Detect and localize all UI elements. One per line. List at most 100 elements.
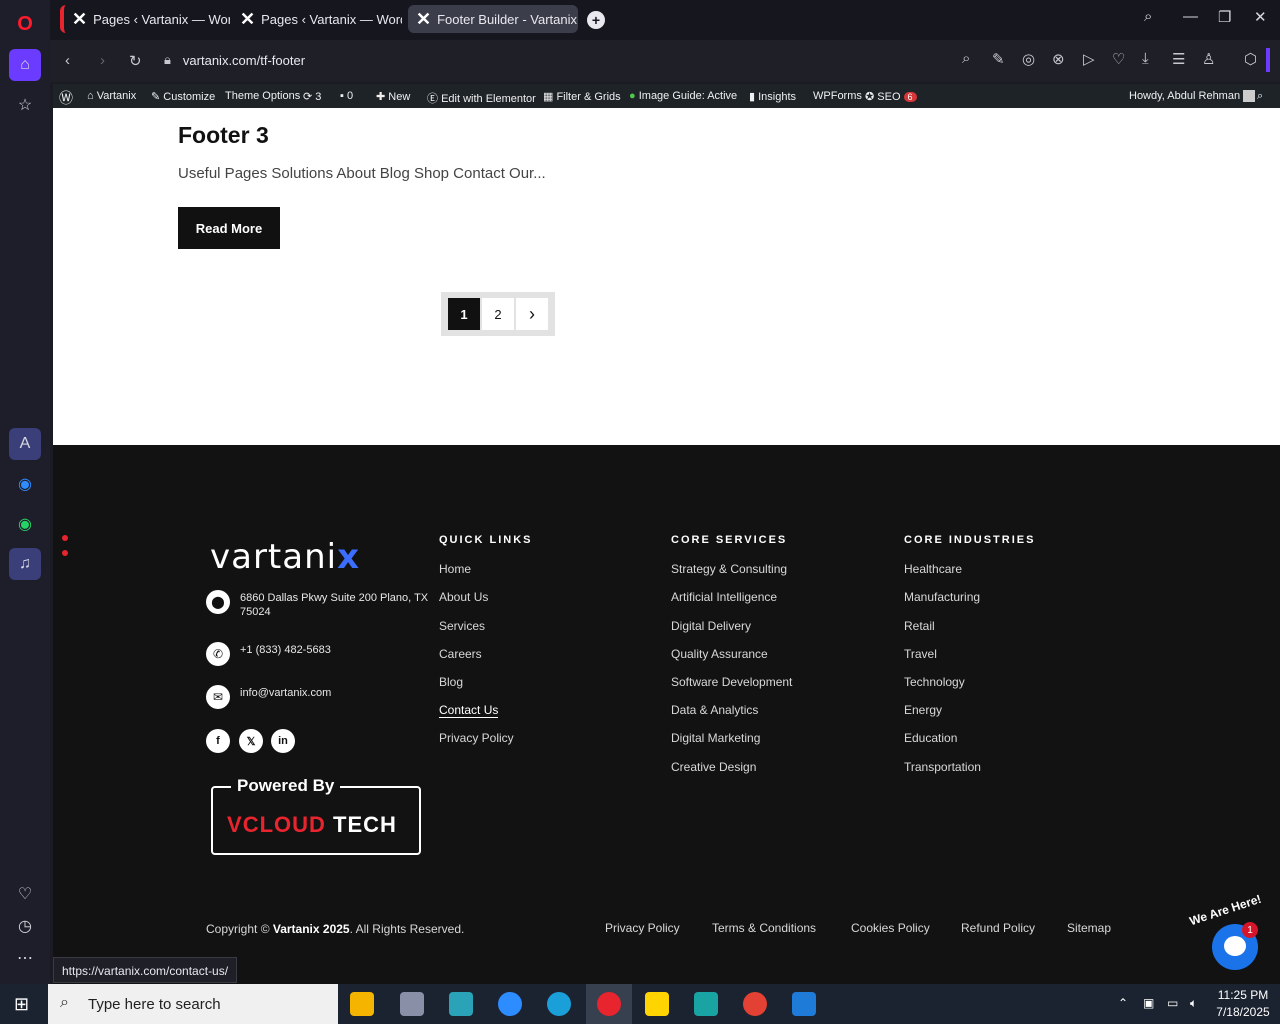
- close-window-button[interactable]: ✕: [1254, 8, 1267, 26]
- post-title[interactable]: Footer 3: [178, 122, 269, 149]
- whatsapp-icon[interactable]: ◉: [9, 508, 41, 540]
- wp-filter-grids-link[interactable]: ▦ Filter & Grids: [543, 90, 621, 103]
- footer-industry-link[interactable]: Technology: [904, 675, 965, 689]
- wp-image-guide-link[interactable]: ● Image Guide: Active: [629, 90, 737, 102]
- wp-site-link[interactable]: ⌂ Vartanix: [87, 90, 136, 102]
- footer-logo[interactable]: vartanix: [210, 537, 360, 577]
- opera-logo-icon[interactable]: O: [9, 8, 41, 40]
- page-1-button[interactable]: 1: [448, 298, 480, 330]
- wp-elementor-link[interactable]: Ⓔ Edit with Elementor: [427, 90, 536, 106]
- footer-industry-link[interactable]: Education: [904, 731, 957, 745]
- footer-email[interactable]: info@vartanix.com: [240, 686, 430, 700]
- footer-link-privacy[interactable]: Privacy Policy: [439, 731, 514, 745]
- url-field[interactable]: 🔒︎ vartanix.com/tf-footer: [154, 45, 1234, 75]
- wp-howdy-link[interactable]: Howdy, Abdul Rehman: [1129, 90, 1256, 103]
- minimize-button[interactable]: —: [1183, 8, 1198, 25]
- wp-new-link[interactable]: ✚ New: [376, 90, 410, 103]
- footer-link-services[interactable]: Services: [439, 619, 485, 633]
- tab-pages-2[interactable]: ✕ Pages ‹ Vartanix — WordP: [232, 5, 402, 33]
- tab-footer-builder[interactable]: ✕ Footer Builder - Vartanix: [408, 5, 578, 33]
- more-icon[interactable]: ⋯: [9, 942, 41, 974]
- powered-by-badge[interactable]: Powered By VCLOUD TECH: [211, 776, 421, 855]
- wp-wpforms-link[interactable]: WPForms: [813, 90, 862, 102]
- tab-pages-1[interactable]: ✕ Pages ‹ Vartanix — WordP: [60, 5, 230, 33]
- network-icon[interactable]: ▭: [1167, 996, 1178, 1010]
- back-icon[interactable]: ‹: [65, 52, 70, 69]
- windows-start-icon[interactable]: ⊞: [14, 994, 29, 1015]
- sticky-notes-icon[interactable]: [645, 992, 669, 1016]
- linkedin-icon[interactable]: in: [271, 729, 295, 753]
- vscode-icon[interactable]: [792, 992, 816, 1016]
- history-icon[interactable]: ◷: [9, 910, 41, 942]
- adblock-icon[interactable]: ⊗: [1052, 50, 1065, 68]
- footer-link-blog[interactable]: Blog: [439, 675, 463, 689]
- bottom-link-cookies[interactable]: Cookies Policy: [851, 921, 930, 935]
- easy-setup-icon[interactable]: ☰: [1172, 50, 1185, 68]
- wp-insights-link[interactable]: ▮ Insights: [749, 90, 796, 103]
- taskbar-search-input[interactable]: ⌕ Type here to search: [48, 984, 338, 1024]
- footer-service-link[interactable]: Software Development: [671, 675, 792, 689]
- footer-service-link[interactable]: Strategy & Consulting: [671, 562, 787, 576]
- read-more-button[interactable]: Read More: [178, 207, 280, 249]
- clock[interactable]: 11:25 PM 7/18/2025: [1212, 988, 1274, 1019]
- maximize-button[interactable]: ❐: [1218, 8, 1231, 26]
- footer-industry-link[interactable]: Retail: [904, 619, 935, 633]
- next-page-button[interactable]: ›: [516, 298, 548, 330]
- bottom-link-refund[interactable]: Refund Policy: [961, 921, 1035, 935]
- star-icon[interactable]: ☆: [9, 89, 41, 121]
- footer-industry-link[interactable]: Transportation: [904, 760, 981, 774]
- footer-service-link[interactable]: Creative Design: [671, 760, 756, 774]
- edit-icon[interactable]: ✎: [992, 50, 1005, 68]
- heart-icon[interactable]: ♡: [1112, 50, 1125, 68]
- wp-updates-link[interactable]: ⟳ 3: [303, 90, 321, 103]
- camera-icon[interactable]: ◎: [1022, 50, 1035, 68]
- wordpress-logo-icon[interactable]: Ⓦ: [59, 88, 73, 108]
- app-icon[interactable]: [400, 992, 424, 1016]
- bottom-link-privacy[interactable]: Privacy Policy: [605, 921, 680, 935]
- page-2-button[interactable]: 2: [482, 298, 514, 330]
- facebook-icon[interactable]: f: [206, 729, 230, 753]
- bottom-link-sitemap[interactable]: Sitemap: [1067, 921, 1111, 935]
- app-icon[interactable]: [449, 992, 473, 1016]
- wp-seo-link[interactable]: ✪ SEO 6: [865, 90, 917, 103]
- messenger-icon[interactable]: ◉: [9, 468, 41, 500]
- app-icon[interactable]: [694, 992, 718, 1016]
- aria-icon[interactable]: A: [9, 428, 41, 460]
- wp-customize-link[interactable]: ✎ Customize: [151, 90, 215, 103]
- footer-link-careers[interactable]: Careers: [439, 647, 482, 661]
- footer-link-about[interactable]: About Us: [439, 590, 488, 604]
- new-tab-button[interactable]: +: [587, 11, 605, 29]
- reload-icon[interactable]: ↻: [129, 52, 142, 70]
- footer-service-link[interactable]: Quality Assurance: [671, 647, 768, 661]
- forward-icon[interactable]: ›: [100, 52, 105, 69]
- footer-industry-link[interactable]: Energy: [904, 703, 942, 717]
- footer-industry-link[interactable]: Healthcare: [904, 562, 962, 576]
- footer-link-home[interactable]: Home: [439, 562, 471, 576]
- wp-theme-options-link[interactable]: Theme Options: [225, 90, 300, 102]
- search-tabs-icon[interactable]: ⌕: [1144, 8, 1152, 25]
- file-explorer-icon[interactable]: [350, 992, 374, 1016]
- zoom-icon[interactable]: [498, 992, 522, 1016]
- wp-search-icon[interactable]: ⌕: [1257, 90, 1263, 103]
- profile-icon[interactable]: ♙: [1202, 50, 1215, 68]
- bottom-link-terms[interactable]: Terms & Conditions: [712, 921, 816, 935]
- download-icon[interactable]: ⤓: [1142, 50, 1149, 67]
- heart-icon[interactable]: ♡: [9, 878, 41, 910]
- footer-phone[interactable]: +1 (833) 482-5683: [240, 643, 430, 657]
- tray-security-icon[interactable]: ▣: [1143, 996, 1154, 1010]
- extensions-icon[interactable]: ⬡: [1244, 50, 1257, 68]
- opera-icon[interactable]: [597, 992, 621, 1016]
- footer-industry-link[interactable]: Travel: [904, 647, 937, 661]
- chat-widget-button[interactable]: 1: [1212, 922, 1258, 970]
- music-icon[interactable]: ♫: [9, 548, 41, 580]
- wp-comments-link[interactable]: ▪ 0: [340, 90, 353, 102]
- footer-service-link[interactable]: Artificial Intelligence: [671, 590, 777, 604]
- lens-icon[interactable]: ⌕: [962, 50, 970, 67]
- footer-service-link[interactable]: Digital Delivery: [671, 619, 751, 633]
- chrome-icon[interactable]: [743, 992, 767, 1016]
- edge-icon[interactable]: [547, 992, 571, 1016]
- footer-service-link[interactable]: Data & Analytics: [671, 703, 758, 717]
- home-icon[interactable]: ⌂: [9, 49, 41, 81]
- footer-service-link[interactable]: Digital Marketing: [671, 731, 760, 745]
- footer-link-contact[interactable]: Contact Us: [439, 703, 499, 718]
